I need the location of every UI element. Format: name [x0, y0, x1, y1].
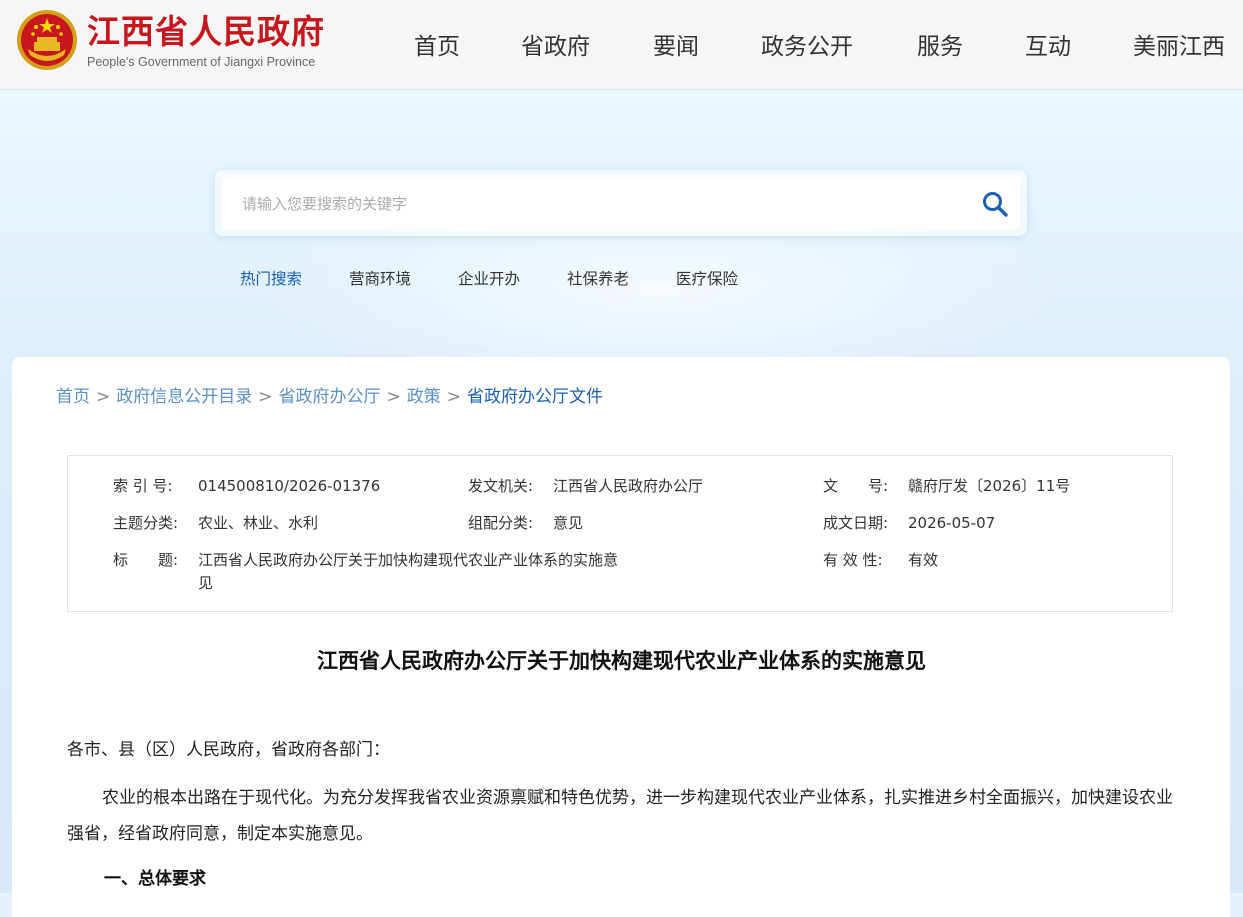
meta-genre-value: 意见 [553, 514, 584, 532]
document-salutation: 各市、县（区）人民政府，省政府各部门： [67, 740, 390, 760]
meta-topic-label: 主题分类: [113, 514, 179, 532]
breadcrumb-general-office[interactable]: 省政府办公厅 [279, 387, 381, 407]
nav-services[interactable]: 服务 [917, 30, 963, 64]
breadcrumb-home[interactable]: 首页 [56, 387, 90, 407]
hot-search-item[interactable]: 营商环境 [349, 267, 411, 289]
breadcrumb: 首页 > 政府信息公开目录 > 省政府办公厅 > 政策 > 省政府办公厅文件 [56, 385, 603, 409]
nav-news[interactable]: 要闻 [653, 30, 699, 64]
meta-docno-value: 赣府厅发〔2026〕11号 [908, 477, 1071, 495]
meta-index-label: 索 引 号: [113, 477, 173, 495]
search-input[interactable] [240, 177, 964, 231]
national-emblem-icon[interactable] [16, 9, 78, 71]
breadcrumb-separator: > [386, 387, 401, 407]
meta-topic-value: 农业、林业、水利 [198, 514, 319, 532]
hot-search-label: 热门搜索 [240, 270, 303, 288]
search-box [215, 170, 1027, 236]
meta-index-value: 014500810/2026-01376 [198, 477, 381, 495]
document-title: 江西省人民政府办公厅关于加快构建现代农业产业体系的实施意见 [317, 649, 926, 673]
hot-search-item[interactable]: 社保养老 [567, 267, 629, 289]
nav-home[interactable]: 首页 [414, 30, 460, 64]
search-inner [222, 177, 1020, 231]
breadcrumb-current[interactable]: 省政府办公厅文件 [467, 387, 603, 407]
meta-genre-label: 组配分类: [468, 514, 534, 532]
breadcrumb-separator: > [258, 387, 273, 407]
search-icon[interactable] [980, 189, 1010, 219]
hot-search-item[interactable]: 医疗保险 [676, 267, 738, 289]
nav-interaction[interactable]: 互动 [1025, 30, 1071, 64]
meta-date-value: 2026-05-07 [908, 514, 996, 532]
nav-provincial-government[interactable]: 省政府 [521, 30, 590, 64]
site-header: 江西省人民政府 People's Government of Jiangxi P… [0, 0, 1243, 90]
meta-title-value: 江西省人民政府办公厅关于加快构建现代农业产业体系的实施意见 [198, 551, 619, 592]
hot-search-item[interactable]: 企业开办 [458, 267, 520, 289]
document-metadata-table: 索 引 号: 014500810/2026-01376 发文机关: 江西省人民政… [67, 455, 1173, 612]
nav-government-affairs[interactable]: 政务公开 [761, 30, 853, 64]
breadcrumb-policy[interactable]: 政策 [407, 387, 441, 407]
document-intro-paragraph: 农业的根本出路在于现代化。为充分发挥我省农业资源禀赋和特色优势，进一步构建现代农… [67, 788, 1173, 844]
breadcrumb-separator: > [96, 387, 111, 407]
meta-issuer-value: 江西省人民政府办公厅 [553, 477, 704, 495]
nav-beautiful-jiangxi[interactable]: 美丽江西 [1133, 30, 1225, 64]
breadcrumb-info-catalog[interactable]: 政府信息公开目录 [116, 387, 252, 407]
meta-docno-label: 文 号: [823, 477, 889, 495]
site-logo-title[interactable]: 江西省人民政府 [87, 12, 325, 52]
breadcrumb-separator: > [446, 387, 461, 407]
meta-validity-value: 有效 [908, 551, 939, 569]
meta-issuer-label: 发文机关: [468, 477, 534, 495]
site-logo-subtitle: People's Government of Jiangxi Province [87, 55, 316, 69]
meta-validity-label: 有 效 性: [823, 551, 883, 569]
meta-date-label: 成文日期: [823, 514, 889, 532]
section-heading: 一、总体要求 [104, 869, 206, 889]
meta-title-label: 标 题: [113, 551, 179, 569]
